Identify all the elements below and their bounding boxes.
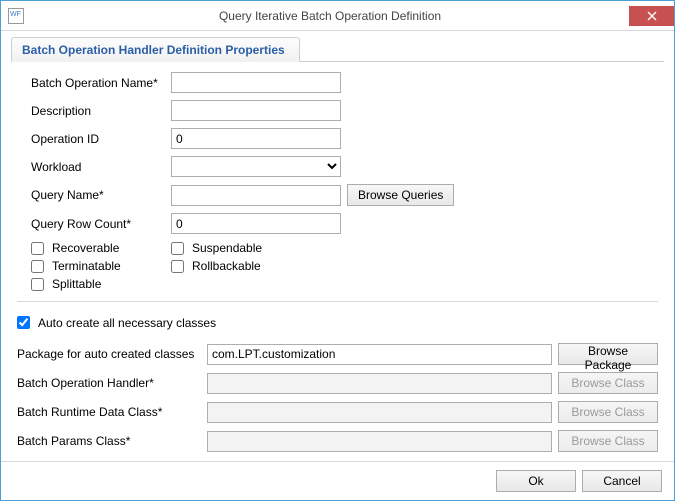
label-description: Description — [31, 104, 171, 118]
params-input — [207, 431, 552, 452]
rollbackable-checkbox[interactable]: Rollbackable — [171, 259, 261, 273]
label-workload: Workload — [31, 160, 171, 174]
description-input[interactable] — [171, 100, 341, 121]
auto-create-input[interactable] — [17, 316, 30, 329]
close-button[interactable] — [629, 6, 674, 26]
window-title: Query Iterative Batch Operation Definiti… — [31, 9, 629, 23]
suspendable-checkbox[interactable]: Suspendable — [171, 241, 262, 255]
terminatable-checkbox[interactable]: Terminatable — [31, 259, 121, 273]
app-icon-slot — [1, 8, 31, 24]
cancel-button[interactable]: Cancel — [582, 470, 662, 492]
label-package: Package for auto created classes — [17, 347, 207, 361]
package-input[interactable] — [207, 344, 552, 365]
workload-select[interactable] — [171, 156, 341, 177]
label-operation-id: Operation ID — [31, 132, 171, 146]
suspendable-input[interactable] — [171, 242, 184, 255]
browse-handler-button: Browse Class — [558, 372, 658, 394]
auto-create-checkbox[interactable]: Auto create all necessary classes — [17, 316, 216, 330]
label-runtime: Batch Runtime Data Class* — [17, 405, 207, 419]
app-icon — [8, 8, 24, 24]
batch-name-input[interactable] — [171, 72, 341, 93]
auto-create-label: Auto create all necessary classes — [38, 316, 216, 330]
titlebar: Query Iterative Batch Operation Definiti… — [1, 1, 674, 31]
browse-runtime-button: Browse Class — [558, 401, 658, 423]
button-bar: Ok Cancel — [1, 461, 674, 500]
operation-id-input[interactable] — [171, 128, 341, 149]
terminatable-label: Terminatable — [52, 259, 121, 273]
recoverable-label: Recoverable — [52, 241, 119, 255]
label-batch-name: Batch Operation Name* — [31, 76, 171, 90]
label-query-row-count: Query Row Count* — [31, 217, 171, 231]
close-icon — [647, 11, 657, 21]
splittable-label: Splittable — [52, 277, 101, 291]
recoverable-input[interactable] — [31, 242, 44, 255]
handler-input — [207, 373, 552, 394]
section-body: Batch Operation Name* Description Operat… — [11, 61, 664, 461]
label-query-name: Query Name* — [31, 188, 171, 202]
runtime-input — [207, 402, 552, 423]
splittable-input[interactable] — [31, 278, 44, 291]
content-area: Batch Operation Handler Definition Prope… — [1, 31, 674, 461]
browse-params-button: Browse Class — [558, 430, 658, 452]
recoverable-checkbox[interactable]: Recoverable — [31, 241, 119, 255]
terminatable-input[interactable] — [31, 260, 44, 273]
dialog-window: Query Iterative Batch Operation Definiti… — [0, 0, 675, 501]
divider — [17, 301, 658, 302]
section-header: Batch Operation Handler Definition Prope… — [11, 37, 300, 62]
label-params: Batch Params Class* — [17, 434, 207, 448]
rollbackable-label: Rollbackable — [192, 259, 261, 273]
label-handler: Batch Operation Handler* — [17, 376, 207, 390]
rollbackable-input[interactable] — [171, 260, 184, 273]
splittable-checkbox[interactable]: Splittable — [31, 277, 101, 291]
query-name-input — [171, 185, 341, 206]
suspendable-label: Suspendable — [192, 241, 262, 255]
query-row-count-input[interactable] — [171, 213, 341, 234]
browse-queries-button[interactable]: Browse Queries — [347, 184, 454, 206]
ok-button[interactable]: Ok — [496, 470, 576, 492]
browse-package-button[interactable]: Browse Package — [558, 343, 658, 365]
